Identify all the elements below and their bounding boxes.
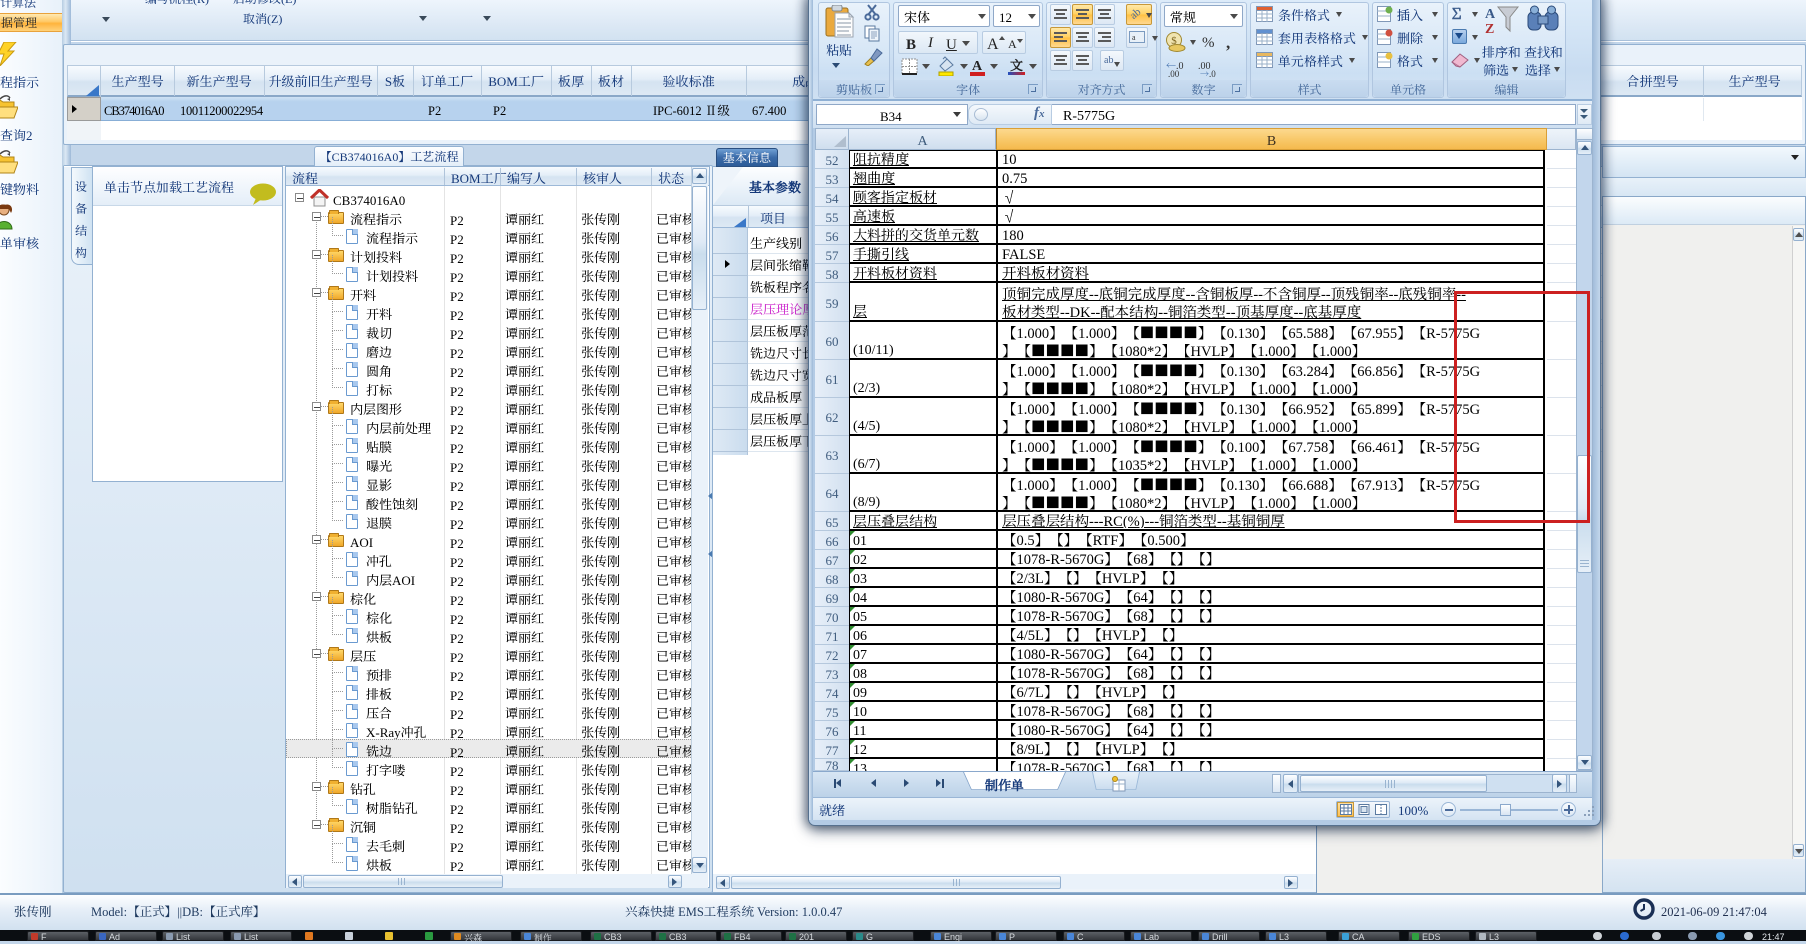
svg-text:Z: Z bbox=[1485, 22, 1494, 35]
svg-text:A: A bbox=[1485, 7, 1496, 22]
